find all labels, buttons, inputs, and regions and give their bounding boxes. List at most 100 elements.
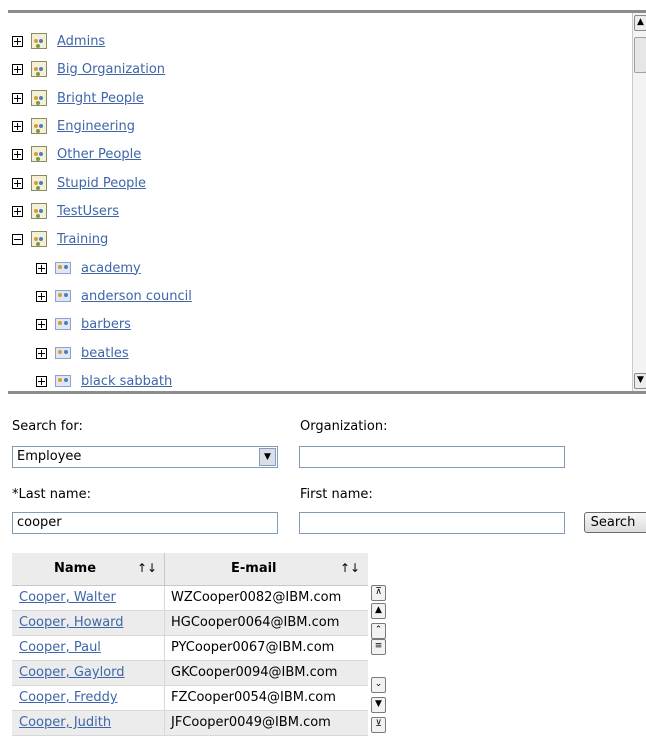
column-header-name[interactable]: Name [54, 553, 96, 585]
scroll-down-icon[interactable]: ⌄ [371, 677, 386, 693]
results-header: Name ↑↓ E-mail ↑↓ [12, 553, 368, 586]
tree-item-academy: academy [36, 258, 141, 278]
chevron-down-icon[interactable]: ▼ [259, 448, 276, 466]
scroll-up-icon[interactable]: ▲ [634, 15, 646, 31]
scroll-top-icon[interactable]: ⊼ [371, 585, 386, 601]
scroll-thumb[interactable] [634, 37, 646, 73]
results-scrollbar[interactable]: ⊼ ▲ ⌃ ≡ ⌄ ▼ ⊻ [371, 583, 386, 739]
tree-item-barbers: barbers [36, 314, 131, 334]
email-cell: PYCooper0067@IBM.com [171, 640, 335, 655]
name-link[interactable]: Cooper, Gaylord [19, 665, 125, 680]
tree-item-beatles: beatles [36, 343, 129, 363]
expand-icon[interactable] [12, 92, 23, 104]
table-row: Cooper, Howard HGCooper0064@IBM.com [12, 611, 368, 636]
organization-icon [31, 61, 47, 77]
search-for-value: Employee [17, 449, 82, 464]
tree-link-black-sabbath[interactable]: black sabbath [81, 374, 172, 389]
expand-icon[interactable] [36, 290, 47, 302]
expand-icon[interactable] [36, 347, 47, 359]
tree-link-beatles[interactable]: beatles [81, 346, 129, 361]
tree-link-anderson-council[interactable]: anderson council [81, 289, 192, 304]
group-icon [55, 262, 71, 274]
group-icon [55, 290, 71, 302]
tree-item-admins: Admins [12, 31, 105, 51]
search-for-label: Search for: [12, 419, 83, 434]
tree-link-barbers[interactable]: barbers [81, 317, 131, 332]
expand-icon[interactable] [36, 318, 47, 330]
expand-icon[interactable] [12, 63, 23, 75]
group-icon [55, 375, 71, 387]
tree-item-training: Training [12, 229, 108, 249]
tree-item-bright-people: Bright People [12, 88, 144, 108]
organization-icon [31, 203, 47, 219]
scroll-up-icon[interactable]: ⌃ [371, 623, 386, 639]
email-cell: GKCooper0094@IBM.com [171, 665, 338, 680]
organization-icon [31, 146, 47, 162]
organization-tree: Admins Big Organization Bright People En… [8, 10, 646, 394]
expand-icon[interactable] [12, 148, 23, 160]
column-header-email[interactable]: E-mail [231, 553, 277, 585]
tree-link-engineering[interactable]: Engineering [57, 119, 135, 134]
scroll-bottom-icon[interactable]: ⊻ [371, 717, 386, 733]
tree-item-anderson-council: anderson council [36, 286, 192, 306]
name-link[interactable]: Cooper, Freddy [19, 690, 118, 705]
last-name-input[interactable]: cooper [12, 512, 278, 534]
tree-item-stupid-people: Stupid People [12, 173, 146, 193]
first-name-label: First name: [300, 487, 373, 502]
search-for-select[interactable]: Employee ▼ [12, 446, 278, 468]
page-down-icon[interactable]: ▼ [371, 697, 386, 713]
tree-item-other-people: Other People [12, 144, 141, 164]
name-link[interactable]: Cooper, Paul [19, 640, 101, 655]
tree-link-training[interactable]: Training [57, 232, 108, 247]
tree-link-stupid-people[interactable]: Stupid People [57, 176, 146, 191]
expand-icon[interactable] [36, 375, 47, 387]
organization-icon [31, 33, 47, 49]
expand-icon[interactable] [12, 205, 23, 217]
organization-icon [31, 90, 47, 106]
tree-link-big-organization[interactable]: Big Organization [57, 62, 165, 77]
scroll-down-icon[interactable]: ▼ [634, 373, 646, 389]
table-row: Cooper, Freddy FZCooper0054@IBM.com [12, 686, 368, 711]
tree-item-big-organization: Big Organization [12, 59, 165, 79]
tree-item-black-sabbath: black sabbath [36, 371, 172, 391]
organization-label: Organization: [300, 419, 388, 434]
organization-icon [31, 118, 47, 134]
expand-icon[interactable] [12, 177, 23, 189]
first-name-input[interactable] [299, 512, 565, 534]
last-name-label: *Last name: [12, 487, 91, 502]
search-button[interactable]: Search [584, 512, 646, 533]
tree-scrollbar[interactable]: ▲ ▼ [632, 13, 646, 391]
expand-icon[interactable] [12, 35, 23, 47]
name-link[interactable]: Cooper, Judith [19, 715, 111, 730]
table-row: Cooper, Paul PYCooper0067@IBM.com [12, 636, 368, 661]
sort-icon[interactable]: ↑↓ [340, 553, 360, 583]
name-link[interactable]: Cooper, Walter [19, 590, 116, 605]
tree-item-engineering: Engineering [12, 116, 135, 136]
expand-icon[interactable] [12, 120, 23, 132]
group-icon [55, 318, 71, 330]
tree-link-testusers[interactable]: TestUsers [57, 204, 119, 219]
page-up-icon[interactable]: ▲ [371, 603, 386, 619]
table-row: Cooper, Gaylord GKCooper0094@IBM.com [12, 661, 368, 686]
group-icon [55, 347, 71, 359]
sort-icon[interactable]: ↑↓ [137, 553, 157, 583]
email-cell: WZCooper0082@IBM.com [171, 590, 342, 605]
email-cell: JFCooper0049@IBM.com [171, 715, 331, 730]
name-link[interactable]: Cooper, Howard [19, 615, 124, 630]
expand-icon[interactable] [36, 262, 47, 274]
collapse-icon[interactable] [12, 233, 23, 245]
tree-link-other-people[interactable]: Other People [57, 147, 141, 162]
tree-link-admins[interactable]: Admins [57, 34, 105, 49]
last-name-value: cooper [17, 515, 62, 530]
tree-item-testusers: TestUsers [12, 201, 119, 221]
email-cell: FZCooper0054@IBM.com [171, 690, 336, 705]
organization-icon [31, 175, 47, 191]
scroll-thumb[interactable]: ≡ [371, 639, 386, 655]
organization-input[interactable] [299, 446, 565, 468]
email-cell: HGCooper0064@IBM.com [171, 615, 340, 630]
tree-link-bright-people[interactable]: Bright People [57, 91, 144, 106]
table-row: Cooper, Judith JFCooper0049@IBM.com [12, 711, 368, 736]
tree-link-academy[interactable]: academy [81, 261, 141, 276]
organization-icon [31, 231, 47, 247]
table-row: Cooper, Walter WZCooper0082@IBM.com [12, 586, 368, 611]
